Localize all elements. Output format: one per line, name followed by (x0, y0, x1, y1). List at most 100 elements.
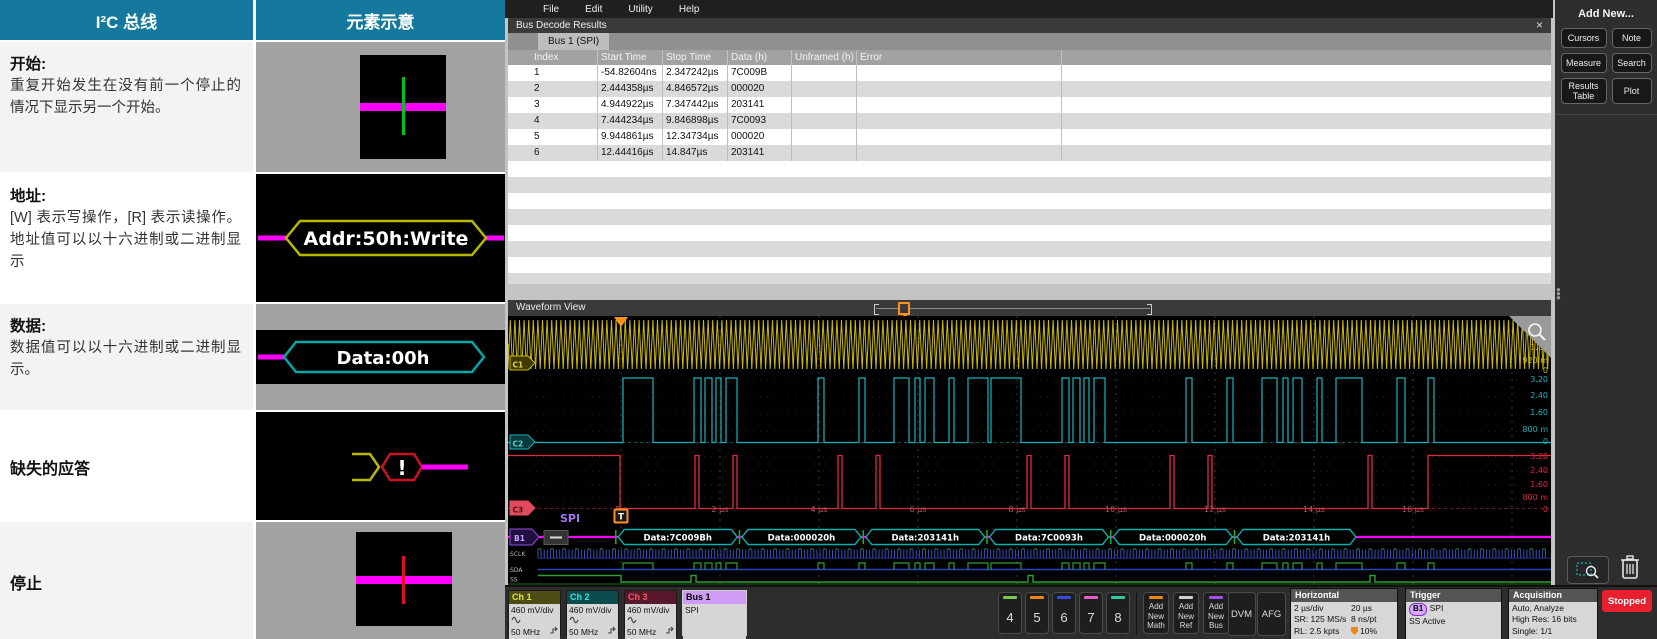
svg-text:SS: SS (510, 577, 518, 584)
column-header-5[interactable]: Error (857, 50, 1062, 65)
add-new-ref-button[interactable]: Add New Ref (1173, 592, 1199, 634)
channel-button-8[interactable]: 8 (1106, 592, 1130, 634)
svg-text:SPI: SPI (560, 512, 580, 525)
trash-button[interactable] (1617, 552, 1643, 582)
svg-text:Data:000020h: Data:000020h (1139, 534, 1207, 544)
afg-button[interactable]: AFG (1257, 592, 1286, 636)
column-header-4[interactable]: Unframed (h) (792, 50, 857, 65)
channel-scale: 460 mV/div (569, 605, 616, 616)
bd-cell-tail (1062, 97, 1551, 113)
doc-row-address-desc: [W] 表示写操作，[R] 表示读操作。地址值可以以十六进制或二进制显示 (10, 208, 241, 273)
bd-cell-1-3: 000020 (728, 81, 792, 97)
svg-text:2.40: 2.40 (1530, 391, 1548, 400)
add-new-measure-button[interactable]: Measure (1561, 53, 1607, 73)
column-header-2[interactable]: Stop Time (663, 50, 728, 65)
table-row[interactable]: 59.944861µs12.34734µs000020 (508, 129, 1551, 145)
ac-coupling-icon (511, 616, 521, 626)
screen: I²C 总线 元素示意 开始: 重复开始发生在没有前一个停止的情况下显示另一个开… (0, 0, 1657, 639)
table-row[interactable]: 47.444234µs9.846898µs7C0093 (508, 113, 1551, 129)
waveform-titlebar[interactable]: Waveform View (508, 300, 1551, 316)
acq-highres: High Res: 16 bits (1512, 614, 1594, 625)
acquisition-title: Acquisition (1509, 589, 1597, 602)
menu-item-utility[interactable]: Utility (628, 4, 652, 15)
stop-marker-line (402, 556, 405, 604)
bd-cell-4-2: 12.34734µs (663, 129, 728, 145)
table-row[interactable]: 34.944922µs7.347442µs203141 (508, 97, 1551, 113)
missing-ack-label: ! (397, 456, 406, 480)
trigger-position-marker-icon[interactable] (898, 302, 910, 315)
add-new-math-button[interactable]: Add New Math (1143, 592, 1169, 634)
bd-cell-4-1: 9.944861µs (598, 129, 663, 145)
channel-button-6[interactable]: 6 (1052, 592, 1076, 634)
add-new-note-button[interactable]: Note (1612, 28, 1652, 48)
add-new-search-button[interactable]: Search (1612, 53, 1652, 73)
bd-cell-4-5 (857, 129, 1062, 145)
channel-badge-ch1[interactable]: Ch 1460 mV/div50 MHz (508, 590, 561, 636)
add-new-cursors-button[interactable]: Cursors (1561, 28, 1607, 48)
horizontal-panel[interactable]: Horizontal 2 µs/div20 µs SR: 125 MS/s8 n… (1290, 588, 1398, 639)
resolution: 8 ns/pt (1351, 614, 1394, 625)
stopped-button[interactable]: Stopped (1602, 590, 1652, 612)
close-icon[interactable]: × (1536, 18, 1543, 33)
column-header-1[interactable]: Start Time (598, 50, 663, 65)
bd-cell-2-2: 7.347442µs (663, 97, 728, 113)
waveform-title: Waveform View (516, 302, 585, 313)
channel-badge-header: Ch 1 (509, 591, 560, 604)
bus-decode-titlebar[interactable]: Bus Decode Results × (508, 18, 1551, 33)
trash-icon (1617, 552, 1643, 582)
pan-slider-track[interactable] (876, 308, 1150, 309)
svg-text:SCLK: SCLK (510, 551, 526, 558)
waveform-plot[interactable]: 3.682.761.84920 m03.202.401.60800 m03.20… (508, 316, 1551, 585)
dvm-button[interactable]: DVM (1227, 592, 1256, 636)
right-panel: ●●● Add New... CursorsNoteMeasureSearchR… (1555, 0, 1657, 585)
bus-decode-rows[interactable]: 1-54.82604ns2.347242µs7C009B22.444358µs4… (508, 65, 1551, 284)
channel-button-7[interactable]: 7 (1079, 592, 1103, 634)
panel-drag-handle-icon[interactable]: ●●● (1556, 288, 1560, 300)
bd-cell-tail (1062, 81, 1551, 97)
table-row[interactable]: 1-54.82604ns2.347242µs7C009B (508, 65, 1551, 81)
scope-app: File Edit Utility Help Bus Decode Results ×… (505, 0, 1657, 639)
add-new-bus-button[interactable]: Add New Bus (1203, 592, 1229, 634)
bus-decode-window: Bus Decode Results × Bus 1 (SPI) IndexSt… (508, 18, 1551, 284)
add-new-results-table-button[interactable]: Results Table (1561, 78, 1607, 104)
bus-type-label: SPI (685, 605, 744, 616)
menu-item-edit[interactable]: Edit (585, 4, 602, 15)
acquisition-panel[interactable]: Acquisition Auto, Analyze High Res: 16 b… (1508, 588, 1598, 639)
svg-text:2 µs: 2 µs (712, 505, 729, 514)
channel-badge-bus1[interactable]: Bus 1SPI (682, 590, 747, 636)
tab-bus1-spi[interactable]: Bus 1 (SPI) (538, 33, 609, 50)
svg-text:3.20: 3.20 (1530, 375, 1548, 384)
menu-item-file[interactable]: File (543, 4, 559, 15)
channel-button-5[interactable]: 5 (1025, 592, 1049, 634)
doc-row-stop: 停止 (0, 522, 253, 639)
address-capsule-graphic: Addr:50h:Write (256, 174, 505, 302)
trigger-title: Trigger (1406, 589, 1501, 602)
table-row[interactable]: 612.44416µs14.847µs203141 (508, 145, 1551, 161)
doc-row-start-desc: 重复开始发生在没有前一个停止的情况下显示另一个开始。 (10, 76, 241, 120)
ch2-waveform (508, 378, 1551, 443)
trigger-panel[interactable]: Trigger B1 SPI SS Active (1405, 588, 1502, 639)
ch3-waveform (508, 456, 1551, 509)
waveform-window: Waveform View 3.682.761.84920 m03.202.40… (508, 300, 1551, 585)
svg-text:Data:203141h: Data:203141h (891, 534, 959, 544)
zoom-select-button[interactable] (1567, 556, 1609, 584)
column-header-3[interactable]: Data (h) (728, 50, 792, 65)
svg-text:6 µs: 6 µs (910, 505, 927, 514)
channel-button-4[interactable]: 4 (998, 592, 1022, 634)
channel-badge-body: 460 mV/div50 MHz (625, 604, 676, 639)
bd-cell-0-1: -54.82604ns (598, 65, 663, 81)
svg-text:SDA: SDA (510, 567, 523, 574)
table-row[interactable]: 22.444358µs4.846572µs000020 (508, 81, 1551, 97)
trigger-bus-type: SPI (1430, 603, 1444, 613)
bd-cell-1-0: 2 (531, 81, 598, 97)
add-button-color-bar (1209, 596, 1223, 599)
column-header-0[interactable]: Index (531, 50, 598, 65)
add-new-plot-button[interactable]: Plot (1612, 78, 1652, 104)
channel-badge-ch2[interactable]: Ch 2460 mV/div50 MHz (566, 590, 619, 636)
data-capsule-graphic: Data:00h (256, 330, 505, 384)
svg-text:Data:7C0093h: Data:7C0093h (1015, 534, 1083, 544)
menu-item-help[interactable]: Help (679, 4, 700, 15)
trigger-body: B1 SPI SS Active (1406, 602, 1501, 639)
bd-cell-spacer (508, 113, 531, 129)
channel-badge-ch3[interactable]: Ch 3460 mV/div50 MHz (624, 590, 677, 636)
